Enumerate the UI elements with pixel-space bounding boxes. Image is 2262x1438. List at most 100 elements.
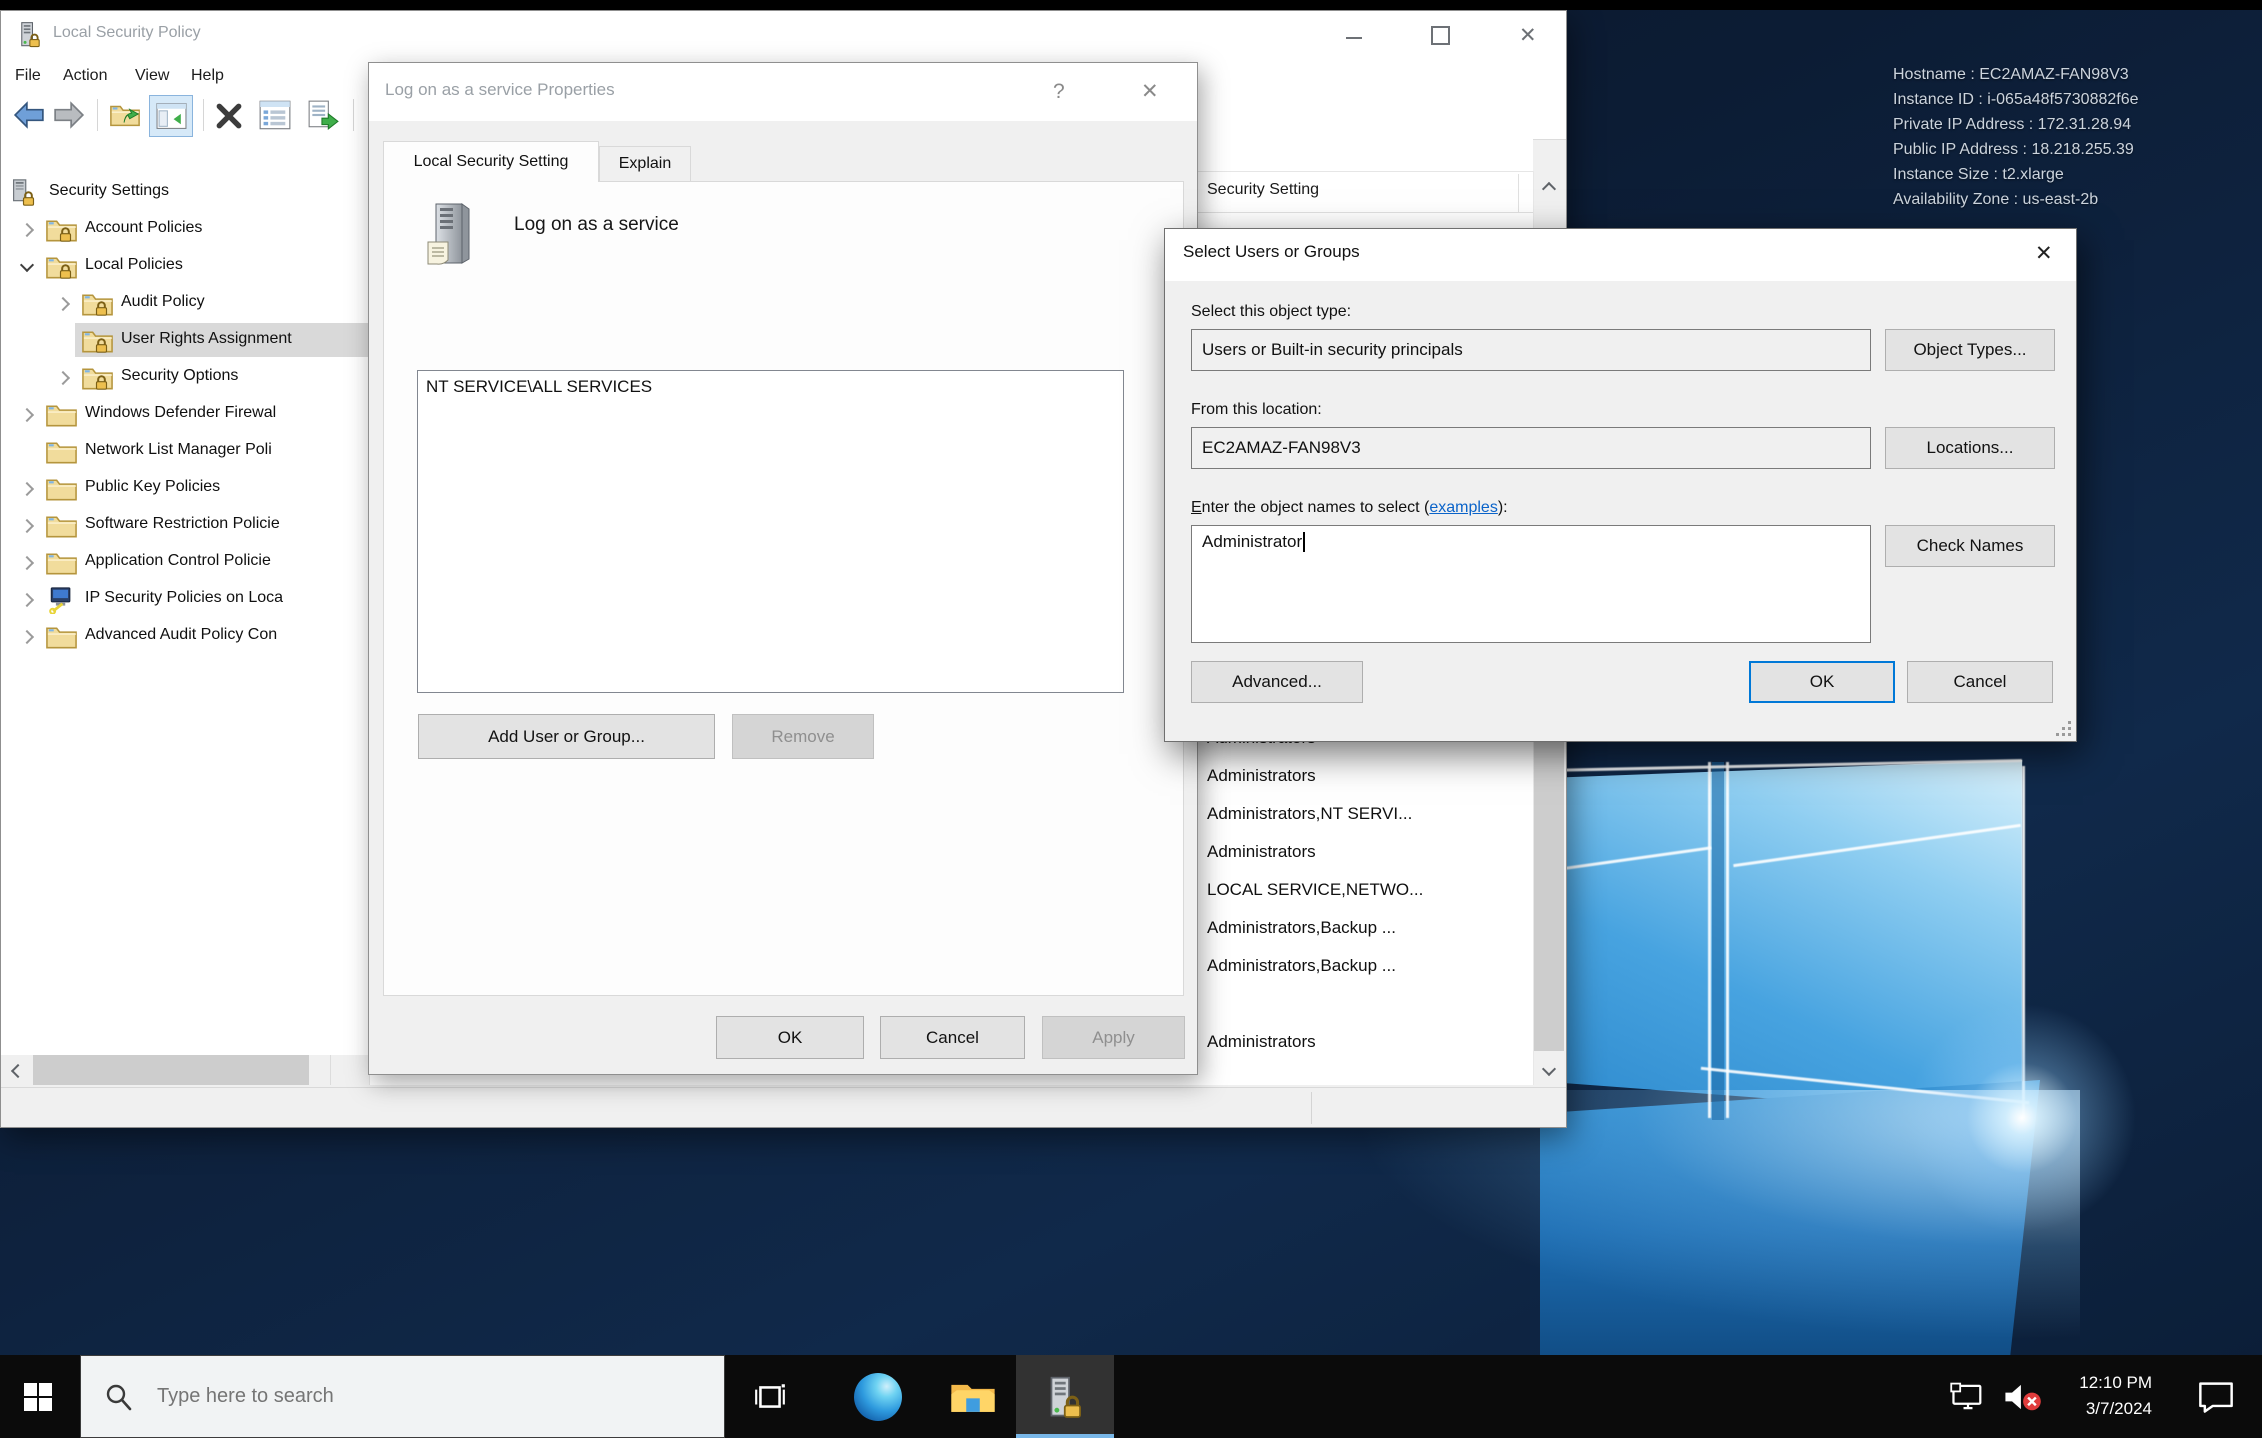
members-listbox[interactable]: NT SERVICE\ALL SERVICES bbox=[417, 370, 1124, 693]
folder-icon bbox=[45, 475, 78, 503]
tree-item-windows-defender-firewall[interactable]: Windows Defender Firewal bbox=[1, 397, 369, 434]
chevron-right-icon[interactable] bbox=[20, 223, 34, 237]
scroll-down-button[interactable] bbox=[1534, 1055, 1564, 1085]
tree-item-public-key-policies[interactable]: Public Key Policies bbox=[1, 471, 369, 508]
tree-item-security-settings[interactable]: Security Settings bbox=[1, 175, 369, 212]
start-button[interactable] bbox=[0, 1355, 76, 1438]
forward-icon[interactable] bbox=[53, 99, 85, 131]
export-list-icon[interactable] bbox=[307, 99, 339, 131]
add-user-or-group-button[interactable]: Add User or Group... bbox=[418, 714, 715, 759]
tree-item-advanced-audit-policy[interactable]: Advanced Audit Policy Con bbox=[1, 619, 369, 656]
network-tray-button[interactable] bbox=[1942, 1355, 1994, 1438]
chevron-right-icon[interactable] bbox=[20, 519, 34, 533]
object-names-input[interactable]: Administrator bbox=[1191, 525, 1871, 643]
security-setting-value: Administrators bbox=[1207, 842, 1316, 862]
menu-action[interactable]: Action bbox=[57, 59, 113, 93]
column-header-security-setting[interactable]: Security Setting bbox=[1207, 181, 1319, 199]
dialog-title: Log on as a service Properties bbox=[385, 80, 615, 100]
scroll-up-button[interactable] bbox=[1534, 171, 1564, 201]
info-instance-id: Instance ID : i-065a48f5730882f6e bbox=[1893, 87, 2139, 112]
examples-link[interactable]: examples bbox=[1429, 499, 1497, 516]
security-setting-value: Administrators,Backup ... bbox=[1207, 918, 1396, 938]
tree-item-network-list-manager[interactable]: Network List Manager Poli bbox=[1, 434, 369, 471]
properties-dialog-titlebar[interactable]: Log on as a service Properties ? ✕ bbox=[369, 63, 1197, 121]
chevron-right-icon[interactable] bbox=[20, 556, 34, 570]
mmc-titlebar[interactable]: Local Security Policy ✕ bbox=[1, 11, 1566, 59]
chevron-right-icon[interactable] bbox=[20, 482, 34, 496]
column-divider[interactable] bbox=[1518, 174, 1519, 212]
minimize-button[interactable] bbox=[1319, 11, 1389, 59]
tree-item-local-policies[interactable]: Local Policies bbox=[1, 249, 369, 286]
cancel-button[interactable]: Cancel bbox=[1907, 661, 2053, 703]
export-folder-icon[interactable] bbox=[109, 99, 141, 131]
button-label: Check Names bbox=[1917, 536, 2024, 556]
ok-button[interactable]: OK bbox=[1749, 661, 1895, 703]
chevron-down-icon[interactable] bbox=[20, 258, 34, 272]
taskbar-active-app-secpol[interactable] bbox=[1016, 1355, 1114, 1438]
tab-local-security-setting[interactable]: Local Security Setting bbox=[383, 141, 599, 182]
top-strip bbox=[0, 0, 2262, 10]
tree-item-user-rights-assignment[interactable]: User Rights Assignment bbox=[1, 323, 369, 360]
tree-item-audit-policy[interactable]: Audit Policy bbox=[1, 286, 369, 323]
volume-tray-button[interactable] bbox=[1994, 1355, 2050, 1438]
tab-explain[interactable]: Explain bbox=[599, 146, 691, 182]
object-types-button[interactable]: Object Types... bbox=[1885, 329, 2055, 371]
ok-button[interactable]: OK bbox=[716, 1016, 864, 1059]
chevron-left-icon bbox=[11, 1064, 25, 1078]
resize-grip[interactable] bbox=[2056, 721, 2072, 737]
taskbar-clock[interactable]: 12:10 PM 3/7/2024 bbox=[2048, 1370, 2152, 1422]
close-button[interactable]: ✕ bbox=[1493, 11, 1563, 59]
tree-item-application-control-policies[interactable]: Application Control Policie bbox=[1, 545, 369, 582]
show-console-tree-button[interactable] bbox=[149, 95, 193, 137]
help-button[interactable]: ? bbox=[1029, 63, 1089, 121]
delete-icon[interactable] bbox=[215, 102, 243, 130]
cancel-button[interactable]: Cancel bbox=[880, 1016, 1025, 1059]
remove-button[interactable]: Remove bbox=[732, 714, 874, 759]
chevron-down-icon bbox=[1542, 1062, 1556, 1076]
close-button[interactable]: ✕ bbox=[2010, 229, 2074, 281]
locations-button[interactable]: Locations... bbox=[1885, 427, 2055, 469]
apply-button[interactable]: Apply bbox=[1042, 1016, 1185, 1059]
chevron-right-icon[interactable] bbox=[20, 593, 34, 607]
tree-item-account-policies[interactable]: Account Policies bbox=[1, 212, 369, 249]
close-button[interactable]: ✕ bbox=[1114, 63, 1184, 121]
taskbar-edge-button[interactable] bbox=[850, 1355, 906, 1438]
properties-icon[interactable] bbox=[259, 99, 291, 131]
chevron-right-icon[interactable] bbox=[56, 371, 70, 385]
volume-muted-icon bbox=[2001, 1380, 2043, 1414]
object-type-field[interactable]: Users or Built-in security principals bbox=[1191, 329, 1871, 371]
chevron-right-icon[interactable] bbox=[20, 408, 34, 422]
button-label: Add User or Group... bbox=[488, 727, 645, 747]
tab-label: Explain bbox=[619, 155, 671, 173]
tree-item-ip-security-policies[interactable]: IP Security Policies on Loca bbox=[1, 582, 369, 619]
tree-item-label: Public Key Policies bbox=[85, 478, 220, 496]
menu-view[interactable]: View bbox=[129, 59, 175, 93]
location-field[interactable]: EC2AMAZ-FAN98V3 bbox=[1191, 427, 1871, 469]
scroll-left-button[interactable] bbox=[1, 1055, 31, 1085]
tree-item-security-options[interactable]: Security Options bbox=[1, 360, 369, 397]
member-item[interactable]: NT SERVICE\ALL SERVICES bbox=[426, 377, 652, 397]
tree-item-software-restriction-policies[interactable]: Software Restriction Policie bbox=[1, 508, 369, 545]
chevron-right-icon[interactable] bbox=[56, 297, 70, 311]
menu-help[interactable]: Help bbox=[185, 59, 230, 93]
menu-file[interactable]: File bbox=[9, 59, 47, 93]
toolbar-separator bbox=[203, 99, 204, 131]
chevron-right-icon[interactable] bbox=[20, 630, 34, 644]
status-bar-divider bbox=[1311, 1092, 1312, 1124]
horizontal-scrollbar[interactable] bbox=[1, 1055, 331, 1085]
tree-item-label: Account Policies bbox=[85, 219, 202, 237]
tree-item-label: Software Restriction Policie bbox=[85, 515, 280, 533]
select-dialog-titlebar[interactable]: Select Users or Groups ✕ bbox=[1165, 229, 2076, 281]
task-view-button[interactable] bbox=[744, 1355, 796, 1438]
check-names-button[interactable]: Check Names bbox=[1885, 525, 2055, 567]
action-center-button[interactable] bbox=[2188, 1355, 2244, 1438]
advanced-button[interactable]: Advanced... bbox=[1191, 661, 1363, 703]
scrollbar-thumb[interactable] bbox=[33, 1055, 309, 1085]
taskbar-explorer-button[interactable] bbox=[944, 1355, 1002, 1438]
back-icon[interactable] bbox=[13, 99, 45, 131]
taskbar-search[interactable] bbox=[80, 1355, 725, 1438]
maximize-button[interactable] bbox=[1405, 11, 1475, 59]
info-private-ip: Private IP Address : 172.31.28.94 bbox=[1893, 112, 2139, 137]
search-input[interactable] bbox=[155, 1384, 639, 1409]
tree-item-label: Audit Policy bbox=[121, 293, 205, 311]
